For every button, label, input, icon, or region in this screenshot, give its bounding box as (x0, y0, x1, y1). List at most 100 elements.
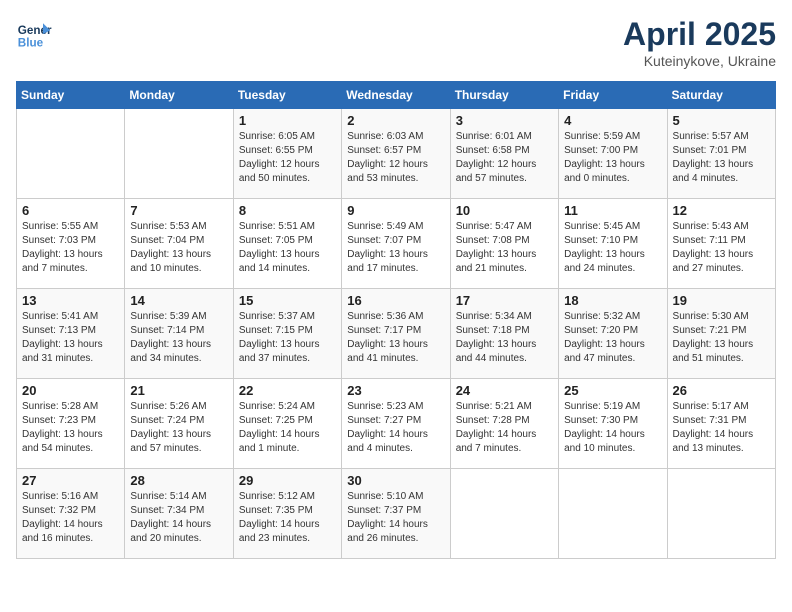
day-number: 29 (239, 473, 336, 488)
day-cell (125, 109, 233, 199)
day-number: 18 (564, 293, 661, 308)
day-info: Sunrise: 5:59 AMSunset: 7:00 PMDaylight:… (564, 130, 661, 186)
day-info: Sunrise: 6:03 AMSunset: 6:57 PMDaylight:… (347, 130, 444, 186)
day-number: 1 (239, 113, 336, 128)
day-number: 19 (673, 293, 770, 308)
day-number: 30 (347, 473, 444, 488)
day-cell: 12 Sunrise: 5:43 AMSunset: 7:11 PMDayligh… (667, 199, 775, 289)
day-cell: 7 Sunrise: 5:53 AMSunset: 7:04 PMDaylight… (125, 199, 233, 289)
day-cell: 21 Sunrise: 5:26 AMSunset: 7:24 PMDayligh… (125, 379, 233, 469)
weekday-header-row: SundayMondayTuesdayWednesdayThursdayFrid… (17, 82, 776, 109)
day-number: 25 (564, 383, 661, 398)
day-number: 24 (456, 383, 553, 398)
day-info: Sunrise: 5:23 AMSunset: 7:27 PMDaylight:… (347, 400, 444, 456)
month-title: April 2025 (623, 16, 776, 53)
day-info: Sunrise: 5:21 AMSunset: 7:28 PMDaylight:… (456, 400, 553, 456)
day-cell: 18Sunrise: 5:32 AMSunset: 7:20 PMDayligh… (559, 289, 667, 379)
logo: General Blue General Blue (16, 16, 52, 52)
day-info: Sunrise: 5:43 AMSunset: 7:11 PMDaylight:… (673, 220, 770, 276)
day-number: 7 (130, 203, 227, 218)
day-number: 16 (347, 293, 444, 308)
day-info: Sunrise: 5:26 AMSunset: 7:24 PMDaylight:… (130, 400, 227, 456)
day-info: Sunrise: 5:51 AMSunset: 7:05 PMDaylight:… (239, 220, 336, 276)
week-row-4: 20 Sunrise: 5:28 AMSunset: 7:23 PMDayligh… (17, 379, 776, 469)
day-cell: 3Sunrise: 6:01 AMSunset: 6:58 PMDaylight… (450, 109, 558, 199)
day-info: Sunrise: 5:28 AMSunset: 7:23 PMDaylight:… (22, 400, 119, 456)
day-number: 13 (22, 293, 119, 308)
day-number: 26 (673, 383, 770, 398)
day-cell: 20 Sunrise: 5:28 AMSunset: 7:23 PMDayligh… (17, 379, 125, 469)
day-cell: 2 Sunrise: 6:03 AMSunset: 6:57 PMDaylight… (342, 109, 450, 199)
day-info: Sunrise: 5:49 AMSunset: 7:07 PMDaylight:… (347, 220, 444, 276)
day-cell (667, 469, 775, 559)
day-info: Sunrise: 5:14 AMSunset: 7:34 PMDaylight:… (130, 490, 227, 546)
weekday-wednesday: Wednesday (342, 82, 450, 109)
day-info: Sunrise: 5:10 AMSunset: 7:37 PMDaylight:… (347, 490, 444, 546)
day-number: 5 (673, 113, 770, 128)
day-info: Sunrise: 5:57 AMSunset: 7:01 PMDaylight:… (673, 130, 770, 186)
day-info: Sunrise: 5:55 AMSunset: 7:03 PMDaylight:… (22, 220, 119, 276)
day-number: 12 (673, 203, 770, 218)
day-cell: 26 Sunrise: 5:17 AMSunset: 7:31 PMDayligh… (667, 379, 775, 469)
day-info: Sunrise: 5:47 AMSunset: 7:08 PMDaylight:… (456, 220, 553, 276)
day-info: Sunrise: 5:19 AMSunset: 7:30 PMDaylight:… (564, 400, 661, 456)
day-cell: 16Sunrise: 5:36 AMSunset: 7:17 PMDayligh… (342, 289, 450, 379)
day-info: Sunrise: 5:12 AMSunset: 7:35 PMDaylight:… (239, 490, 336, 546)
week-row-1: 1 Sunrise: 6:05 AMSunset: 6:55 PMDaylight… (17, 109, 776, 199)
day-cell: 13 Sunrise: 5:41 AMSunset: 7:13 PMDayligh… (17, 289, 125, 379)
day-number: 27 (22, 473, 119, 488)
day-number: 10 (456, 203, 553, 218)
day-cell: 9Sunrise: 5:49 AMSunset: 7:07 PMDaylight… (342, 199, 450, 289)
day-number: 2 (347, 113, 444, 128)
day-info: Sunrise: 5:39 AMSunset: 7:14 PMDaylight:… (130, 310, 227, 366)
svg-text:Blue: Blue (18, 37, 44, 50)
day-cell: 15Sunrise: 5:37 AMSunset: 7:15 PMDayligh… (233, 289, 341, 379)
day-number: 6 (22, 203, 119, 218)
day-cell: 29 Sunrise: 5:12 AMSunset: 7:35 PMDayligh… (233, 469, 341, 559)
day-info: Sunrise: 6:01 AMSunset: 6:58 PMDaylight:… (456, 130, 553, 186)
day-number: 11 (564, 203, 661, 218)
day-cell: 22 Sunrise: 5:24 AMSunset: 7:25 PMDayligh… (233, 379, 341, 469)
day-info: Sunrise: 5:24 AMSunset: 7:25 PMDaylight:… (239, 400, 336, 456)
day-cell: 11Sunrise: 5:45 AMSunset: 7:10 PMDayligh… (559, 199, 667, 289)
title-block: April 2025 Kuteinykove, Ukraine (623, 16, 776, 69)
day-info: Sunrise: 5:17 AMSunset: 7:31 PMDaylight:… (673, 400, 770, 456)
day-cell: 14Sunrise: 5:39 AMSunset: 7:14 PMDayligh… (125, 289, 233, 379)
day-cell: 10 Sunrise: 5:47 AMSunset: 7:08 PMDayligh… (450, 199, 558, 289)
logo-icon: General Blue (16, 16, 52, 52)
weekday-thursday: Thursday (450, 82, 558, 109)
day-cell: 24 Sunrise: 5:21 AMSunset: 7:28 PMDayligh… (450, 379, 558, 469)
page-header: General Blue General Blue April 2025 Kut… (16, 16, 776, 69)
day-info: Sunrise: 5:37 AMSunset: 7:15 PMDaylight:… (239, 310, 336, 366)
day-info: Sunrise: 5:34 AMSunset: 7:18 PMDaylight:… (456, 310, 553, 366)
week-row-5: 27 Sunrise: 5:16 AMSunset: 7:32 PMDayligh… (17, 469, 776, 559)
day-info: Sunrise: 5:30 AMSunset: 7:21 PMDaylight:… (673, 310, 770, 366)
day-cell: 25 Sunrise: 5:19 AMSunset: 7:30 PMDayligh… (559, 379, 667, 469)
day-number: 28 (130, 473, 227, 488)
day-info: Sunrise: 5:53 AMSunset: 7:04 PMDaylight:… (130, 220, 227, 276)
location-subtitle: Kuteinykove, Ukraine (623, 53, 776, 69)
week-row-3: 13 Sunrise: 5:41 AMSunset: 7:13 PMDayligh… (17, 289, 776, 379)
day-cell (450, 469, 558, 559)
day-info: Sunrise: 5:16 AMSunset: 7:32 PMDaylight:… (22, 490, 119, 546)
day-cell (17, 109, 125, 199)
day-info: Sunrise: 5:41 AMSunset: 7:13 PMDaylight:… (22, 310, 119, 366)
day-info: Sunrise: 6:05 AMSunset: 6:55 PMDaylight:… (239, 130, 336, 186)
day-cell: 1 Sunrise: 6:05 AMSunset: 6:55 PMDaylight… (233, 109, 341, 199)
day-number: 23 (347, 383, 444, 398)
weekday-saturday: Saturday (667, 82, 775, 109)
day-cell: 17 Sunrise: 5:34 AMSunset: 7:18 PMDayligh… (450, 289, 558, 379)
day-cell (559, 469, 667, 559)
day-number: 20 (22, 383, 119, 398)
day-cell: 23 Sunrise: 5:23 AMSunset: 7:27 PMDayligh… (342, 379, 450, 469)
weekday-friday: Friday (559, 82, 667, 109)
day-cell: 5 Sunrise: 5:57 AMSunset: 7:01 PMDaylight… (667, 109, 775, 199)
day-cell: 28 Sunrise: 5:14 AMSunset: 7:34 PMDayligh… (125, 469, 233, 559)
calendar-body: 1 Sunrise: 6:05 AMSunset: 6:55 PMDaylight… (17, 109, 776, 559)
day-number: 17 (456, 293, 553, 308)
day-cell: 27 Sunrise: 5:16 AMSunset: 7:32 PMDayligh… (17, 469, 125, 559)
day-cell: 4Sunrise: 5:59 AMSunset: 7:00 PMDaylight… (559, 109, 667, 199)
day-number: 22 (239, 383, 336, 398)
day-cell: 30 Sunrise: 5:10 AMSunset: 7:37 PMDayligh… (342, 469, 450, 559)
day-number: 21 (130, 383, 227, 398)
